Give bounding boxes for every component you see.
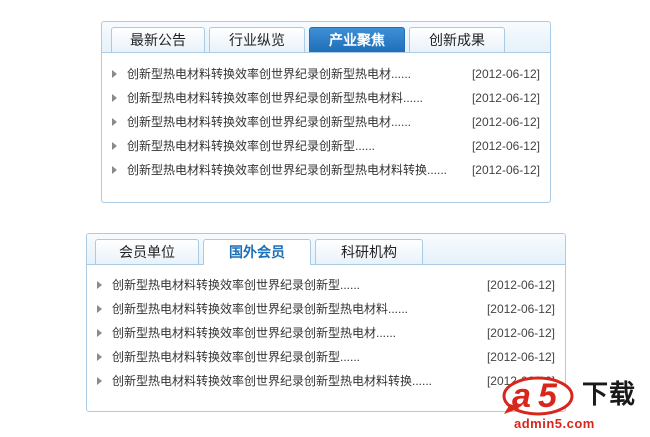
news-item-date: [2012-06-12]	[471, 115, 540, 129]
svg-text:a: a	[512, 377, 531, 415]
list-item: 创新型热电材料转换效率创世界纪录创新型...... [2012-06-12]	[97, 273, 555, 297]
news-item-link[interactable]: 创新型热电材料转换效率创世界纪录创新型热电材料......	[127, 86, 423, 110]
arrow-bullet-icon	[112, 166, 117, 174]
arrow-bullet-icon	[112, 70, 117, 78]
member-item-link[interactable]: 创新型热电材料转换效率创世界纪录创新型热电材料转换......	[112, 369, 432, 393]
news-item-link[interactable]: 创新型热电材料转换效率创世界纪录创新型热电材料转换......	[127, 158, 447, 182]
list-item: 创新型热电材料转换效率创世界纪录创新型热电材料...... [2012-06-1…	[97, 297, 555, 321]
member-item-link[interactable]: 创新型热电材料转换效率创世界纪录创新型......	[112, 345, 360, 369]
arrow-bullet-icon	[112, 142, 117, 150]
list-item: 创新型热电材料转换效率创世界纪录创新型热电材...... [2012-06-12…	[97, 321, 555, 345]
tab-member-units[interactable]: 会员单位	[95, 239, 199, 264]
member-item-link[interactable]: 创新型热电材料转换效率创世界纪录创新型热电材料......	[112, 297, 408, 321]
tab-latest-notice[interactable]: 最新公告	[111, 27, 205, 52]
news-item-date: [2012-06-12]	[471, 163, 540, 177]
watermark-download-text: 下载	[582, 380, 637, 410]
list-item: 创新型热电材料转换效率创世界纪录创新型...... [2012-06-12]	[112, 134, 540, 158]
member-list: 创新型热电材料转换效率创世界纪录创新型...... [2012-06-12] 创…	[97, 273, 555, 393]
news-item-link[interactable]: 创新型热电材料转换效率创世界纪录创新型热电材......	[127, 62, 411, 86]
tab-foreign-members[interactable]: 国外会员	[203, 239, 311, 265]
member-item-link[interactable]: 创新型热电材料转换效率创世界纪录创新型......	[112, 273, 360, 297]
svg-text:5: 5	[538, 377, 558, 415]
a5-watermark-logo: a 5 下载 admin5.com	[502, 366, 650, 437]
member-item-date: [2012-06-12]	[486, 326, 555, 340]
tab-industry-overview[interactable]: 行业纵览	[209, 27, 305, 52]
arrow-bullet-icon	[97, 329, 102, 337]
arrow-bullet-icon	[97, 377, 102, 385]
arrow-bullet-icon	[97, 305, 102, 313]
list-item: 创新型热电材料转换效率创世界纪录创新型热电材料...... [2012-06-1…	[112, 86, 540, 110]
arrow-bullet-icon	[97, 281, 102, 289]
member-panel: 会员单位 国外会员 科研机构 创新型热电材料转换效率创世界纪录创新型......…	[86, 233, 566, 412]
member-item-date: [2012-06-12]	[486, 302, 555, 316]
list-item: 创新型热电材料转换效率创世界纪录创新型...... [2012-06-12]	[97, 345, 555, 369]
member-item-link[interactable]: 创新型热电材料转换效率创世界纪录创新型热电材......	[112, 321, 396, 345]
member-tabbar: 会员单位 国外会员 科研机构	[87, 234, 565, 265]
tab-industry-focus[interactable]: 产业聚焦	[309, 27, 405, 52]
news-panel: 最新公告 行业纵览 产业聚焦 创新成果 创新型热电材料转换效率创世界纪录创新型热…	[101, 21, 551, 203]
watermark-site-text: admin5.com	[514, 416, 595, 431]
news-tabbar: 最新公告 行业纵览 产业聚焦 创新成果	[102, 22, 550, 53]
list-item: 创新型热电材料转换效率创世界纪录创新型热电材料转换...... [2012-06…	[112, 158, 540, 182]
list-item: 创新型热电材料转换效率创世界纪录创新型热电材...... [2012-06-12…	[112, 110, 540, 134]
news-item-link[interactable]: 创新型热电材料转换效率创世界纪录创新型......	[127, 134, 375, 158]
arrow-bullet-icon	[112, 118, 117, 126]
news-item-date: [2012-06-12]	[471, 139, 540, 153]
a5-logo-icon: a 5	[502, 376, 574, 416]
arrow-bullet-icon	[97, 353, 102, 361]
news-item-date: [2012-06-12]	[471, 67, 540, 81]
news-item-link[interactable]: 创新型热电材料转换效率创世界纪录创新型热电材......	[127, 110, 411, 134]
tab-research-institutions[interactable]: 科研机构	[315, 239, 423, 264]
arrow-bullet-icon	[112, 94, 117, 102]
member-item-date: [2012-06-12]	[486, 278, 555, 292]
news-item-date: [2012-06-12]	[471, 91, 540, 105]
list-item: 创新型热电材料转换效率创世界纪录创新型热电材...... [2012-06-12…	[112, 62, 540, 86]
list-item: 创新型热电材料转换效率创世界纪录创新型热电材料转换...... [2012-06…	[97, 369, 555, 393]
tab-innovation-results[interactable]: 创新成果	[409, 27, 505, 52]
news-list: 创新型热电材料转换效率创世界纪录创新型热电材...... [2012-06-12…	[112, 62, 540, 182]
